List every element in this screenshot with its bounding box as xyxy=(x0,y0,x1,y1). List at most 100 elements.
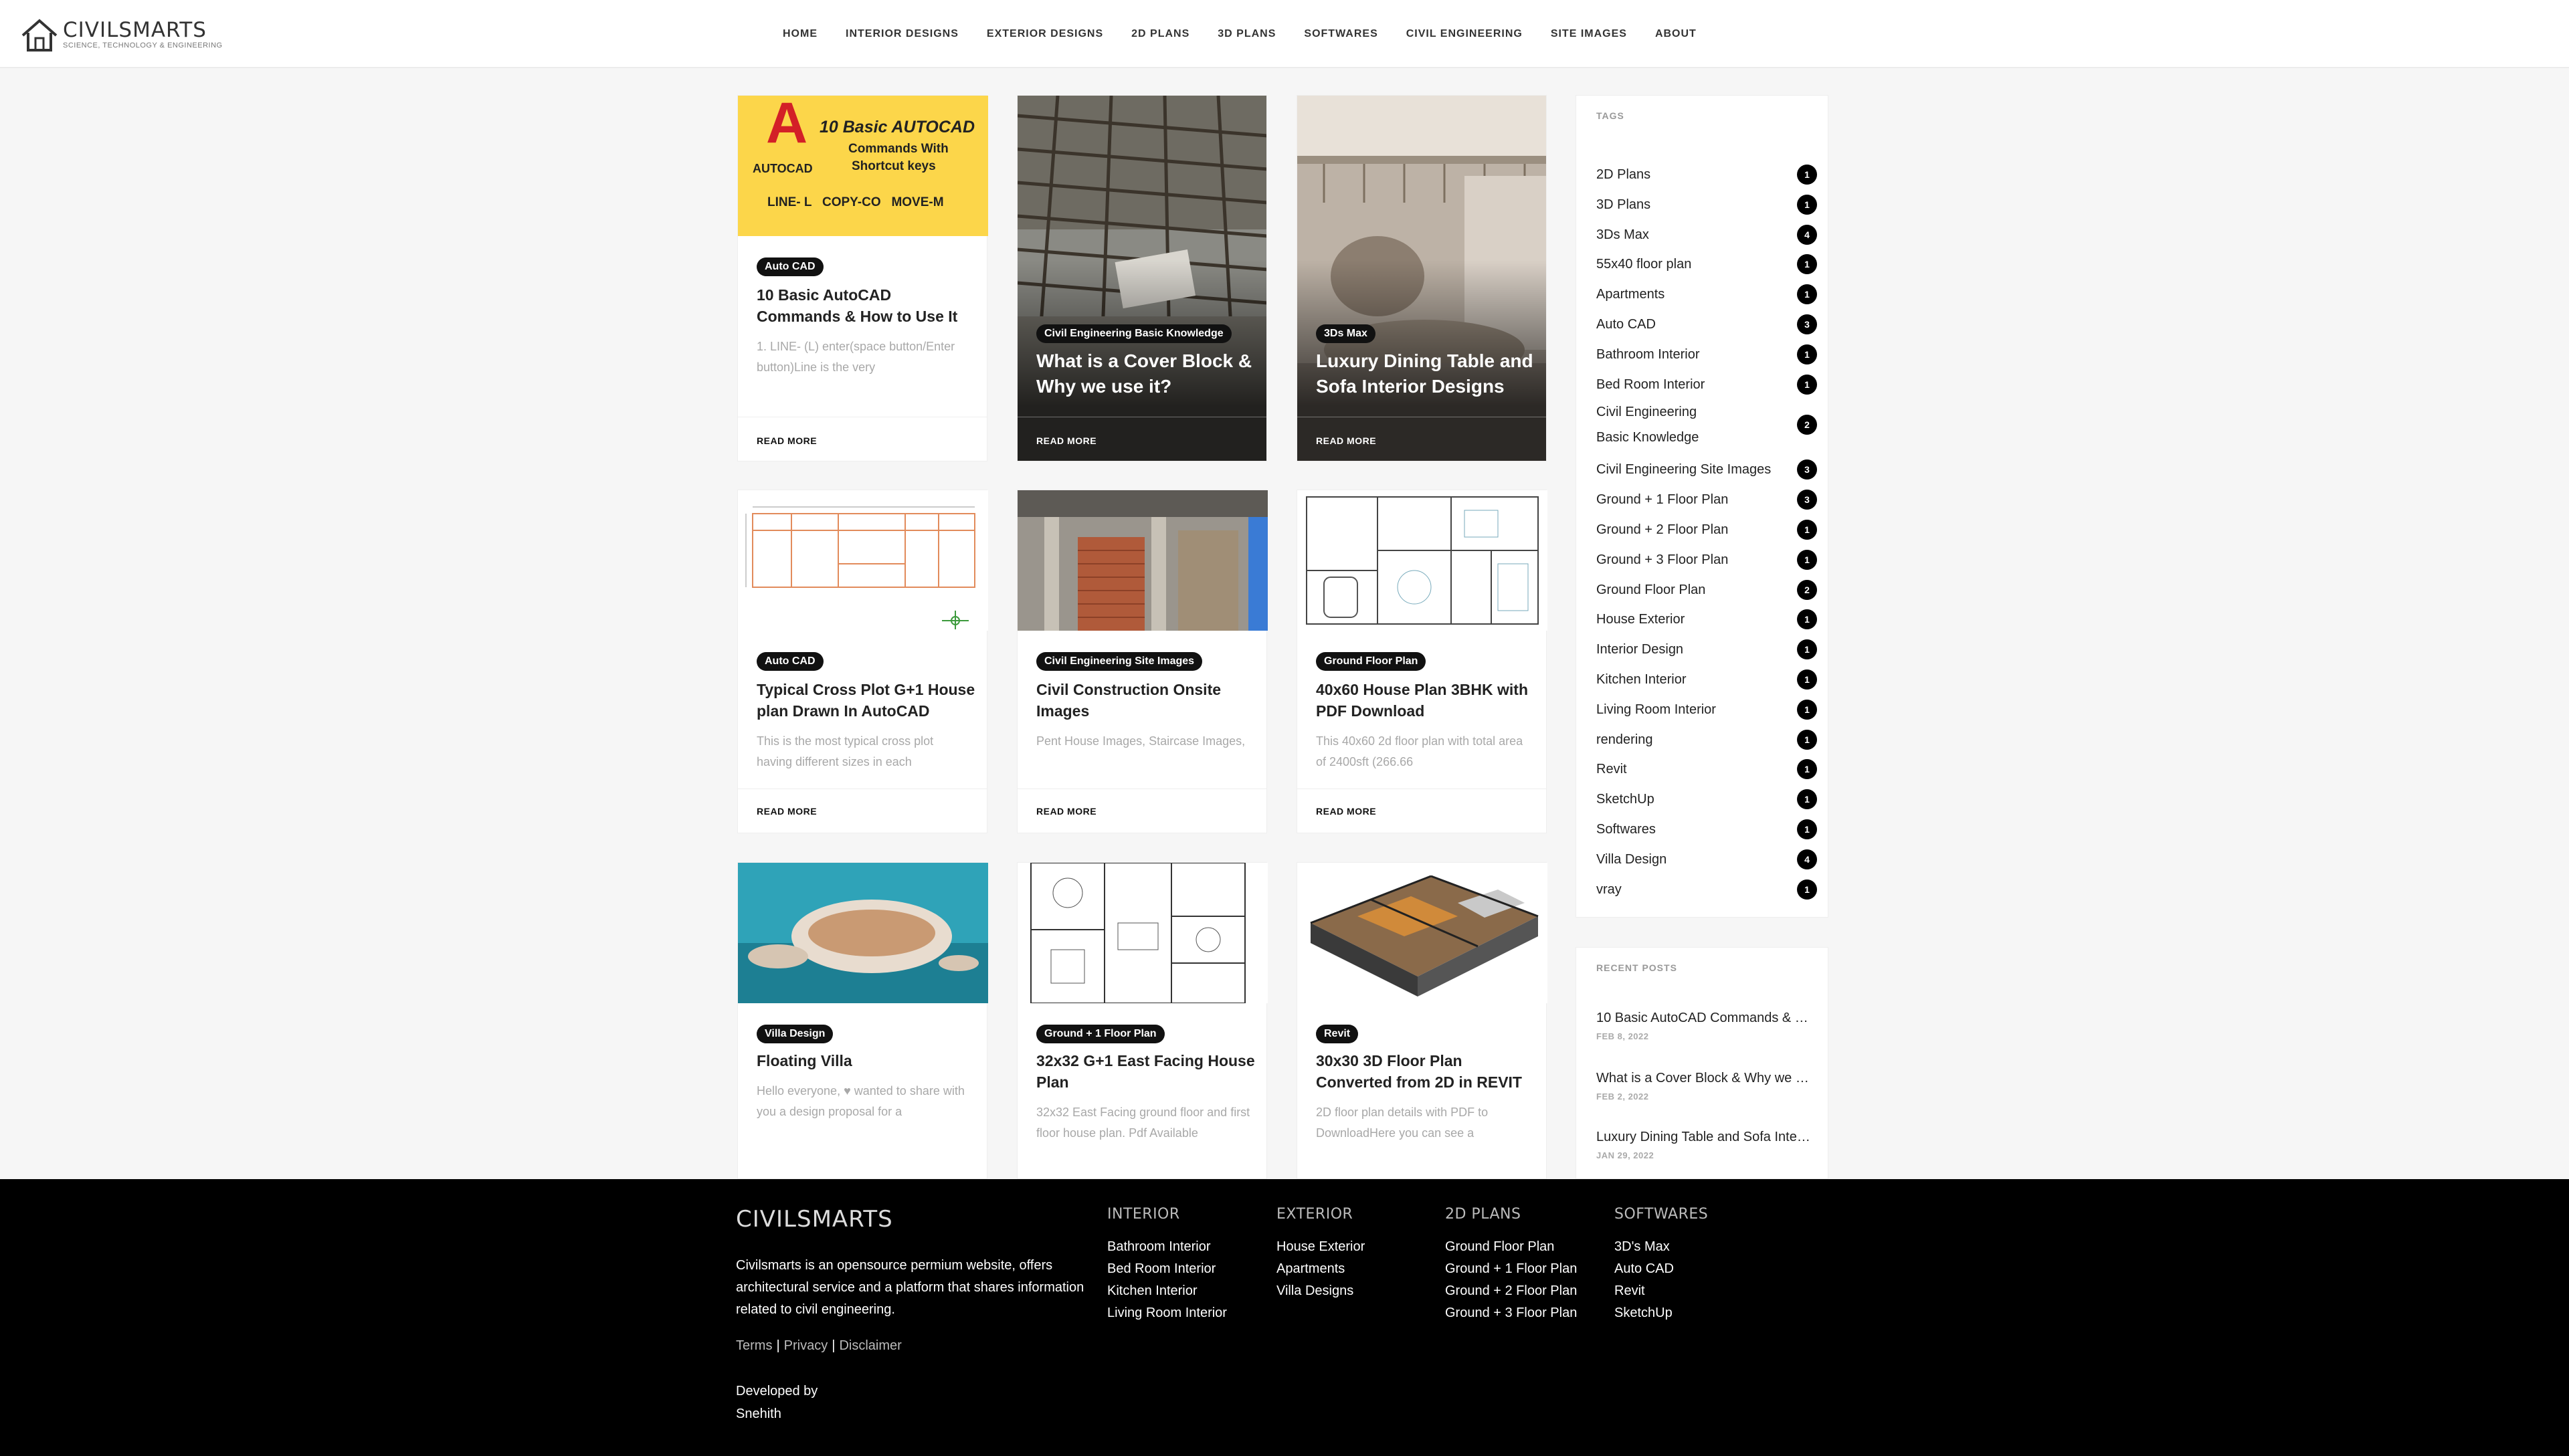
post-tag-badge[interactable]: Ground Floor Plan xyxy=(1316,652,1426,671)
post-tag-badge[interactable]: Revit xyxy=(1316,1025,1359,1043)
nav-3d-plans[interactable]: 3D PLANS xyxy=(1218,28,1276,40)
tag-item[interactable]: Kitchen Interior 1 xyxy=(1596,665,1817,694)
post-title[interactable]: Luxury Dining Table and Sofa Interior De… xyxy=(1316,348,1537,399)
post-tag-badge[interactable]: Auto CAD xyxy=(757,652,824,671)
read-more-link[interactable]: READ MORE xyxy=(757,435,817,446)
site-logo[interactable]: CIVILSMARTS SCIENCE, TECHNOLOGY & ENGINE… xyxy=(20,15,223,55)
footer-link[interactable]: Ground + 3 Floor Plan xyxy=(1445,1302,1577,1324)
recent-post-title[interactable]: 10 Basic AutoCAD Commands & How to Use I… xyxy=(1596,1011,1810,1026)
tag-item[interactable]: Auto CAD 3 xyxy=(1596,310,1817,339)
disclaimer-link[interactable]: Disclaimer xyxy=(839,1338,901,1353)
tag-item[interactable]: House Exterior 1 xyxy=(1596,605,1817,634)
post-title[interactable]: Civil Construction Onsite Images xyxy=(1036,679,1257,722)
post-title[interactable]: Typical Cross Plot G+1 House plan Drawn … xyxy=(757,679,977,722)
tag-item[interactable]: Civil Engineering Site Images 3 xyxy=(1596,455,1817,484)
post-thumbnail[interactable] xyxy=(738,490,988,631)
post-title[interactable]: 32x32 G+1 East Facing House Plan xyxy=(1036,1050,1257,1093)
privacy-link[interactable]: Privacy xyxy=(784,1338,828,1353)
post-card[interactable]: Civil Engineering Site Images Civil Cons… xyxy=(1017,490,1268,833)
tag-item[interactable]: Ground + 3 Floor Plan 1 xyxy=(1596,545,1817,575)
tag-item[interactable]: Civil Engineering Basic Knowledge 2 xyxy=(1596,399,1817,450)
tag-item[interactable]: 3D Plans 1 xyxy=(1596,190,1817,219)
read-more-link[interactable]: READ MORE xyxy=(1036,806,1097,817)
tag-item[interactable]: Interior Design 1 xyxy=(1596,635,1817,664)
recent-post-title[interactable]: What is a Cover Block & Why we use it? xyxy=(1596,1071,1810,1086)
nav-softwares[interactable]: SOFTWARES xyxy=(1304,28,1377,40)
tag-item[interactable]: Villa Design 4 xyxy=(1596,845,1817,874)
nav-2d-plans[interactable]: 2D PLANS xyxy=(1131,28,1190,40)
footer-link[interactable]: Auto CAD xyxy=(1614,1258,1708,1280)
footer-link[interactable]: Apartments xyxy=(1276,1258,1365,1280)
nav-civil-engineering[interactable]: CIVIL ENGINEERING xyxy=(1406,28,1523,40)
post-card[interactable]: 3Ds Max Luxury Dining Table and Sofa Int… xyxy=(1297,95,1547,461)
tag-count-badge: 1 xyxy=(1797,879,1817,900)
post-thumbnail[interactable] xyxy=(1297,863,1547,1003)
nav-home[interactable]: HOME xyxy=(783,28,818,40)
footer-link[interactable]: Ground + 1 Floor Plan xyxy=(1445,1258,1577,1280)
read-more-link[interactable]: READ MORE xyxy=(1036,435,1097,446)
post-card[interactable]: Civil Engineering Basic Knowledge What i… xyxy=(1017,95,1267,461)
footer-link[interactable]: Kitchen Interior xyxy=(1107,1280,1227,1302)
footer-link[interactable]: Bed Room Interior xyxy=(1107,1258,1227,1280)
post-title[interactable]: 40x60 House Plan 3BHK with PDF Download xyxy=(1316,679,1537,722)
tag-item[interactable]: Bed Room Interior 1 xyxy=(1596,370,1817,399)
tag-item[interactable]: vray 1 xyxy=(1596,875,1817,904)
footer-link[interactable]: Ground + 2 Floor Plan xyxy=(1445,1280,1577,1302)
post-title[interactable]: Floating Villa xyxy=(757,1050,977,1071)
post-title[interactable]: What is a Cover Block & Why we use it? xyxy=(1036,348,1257,399)
footer-link[interactable]: House Exterior xyxy=(1276,1236,1365,1258)
tag-item[interactable]: SketchUp 1 xyxy=(1596,785,1817,814)
footer-link[interactable]: Revit xyxy=(1614,1280,1708,1302)
post-card[interactable]: Revit 30x30 3D Floor Plan Converted from… xyxy=(1297,862,1547,1179)
post-tag-badge[interactable]: Auto CAD xyxy=(757,257,824,276)
post-tag-badge[interactable]: Ground + 1 Floor Plan xyxy=(1036,1025,1165,1043)
read-more-link[interactable]: READ MORE xyxy=(1316,435,1376,446)
recent-post[interactable]: 10 Basic AutoCAD Commands & How to Use I… xyxy=(1596,1011,1810,1041)
footer-link[interactable]: 3D's Max xyxy=(1614,1236,1708,1258)
tag-item[interactable]: rendering 1 xyxy=(1596,725,1817,754)
tag-item[interactable]: Bathroom Interior 1 xyxy=(1596,340,1817,369)
tag-item[interactable]: Ground + 2 Floor Plan 1 xyxy=(1596,515,1817,544)
tag-item[interactable]: Apartments 1 xyxy=(1596,280,1817,309)
tag-item[interactable]: 3Ds Max 4 xyxy=(1596,220,1817,249)
post-tag-badge[interactable]: Civil Engineering Site Images xyxy=(1036,652,1203,671)
post-card[interactable]: Ground + 1 Floor Plan 32x32 G+1 East Fac… xyxy=(1017,862,1268,1179)
tag-item[interactable]: 2D Plans 1 xyxy=(1596,160,1817,189)
nav-site-images[interactable]: SITE IMAGES xyxy=(1551,28,1627,40)
footer-link[interactable]: Ground Floor Plan xyxy=(1445,1236,1577,1258)
footer-link[interactable]: Villa Designs xyxy=(1276,1280,1365,1302)
nav-exterior-designs[interactable]: EXTERIOR DESIGNS xyxy=(987,28,1103,40)
tag-item[interactable]: Living Room Interior 1 xyxy=(1596,695,1817,724)
recent-post[interactable]: What is a Cover Block & Why we use it? F… xyxy=(1596,1071,1810,1102)
terms-link[interactable]: Terms xyxy=(736,1338,772,1353)
post-card[interactable]: A AUTOCAD 10 Basic AUTOCAD Commands With… xyxy=(737,95,988,461)
post-tag-badge[interactable]: Villa Design xyxy=(757,1025,834,1043)
read-more-link[interactable]: READ MORE xyxy=(757,806,817,817)
footer-link[interactable]: Living Room Interior xyxy=(1107,1302,1227,1324)
tag-item[interactable]: Ground + 1 Floor Plan 3 xyxy=(1596,485,1817,514)
read-more-link[interactable]: READ MORE xyxy=(1316,806,1376,817)
footer-link[interactable]: SketchUp xyxy=(1614,1302,1708,1324)
post-thumbnail[interactable] xyxy=(1297,490,1547,631)
post-title[interactable]: 30x30 3D Floor Plan Converted from 2D in… xyxy=(1316,1050,1537,1093)
nav-about[interactable]: ABOUT xyxy=(1655,28,1697,40)
post-tag-badge[interactable]: 3Ds Max xyxy=(1316,324,1375,343)
post-thumbnail[interactable] xyxy=(1018,490,1268,631)
footer-link[interactable]: Bathroom Interior xyxy=(1107,1236,1227,1258)
post-card[interactable]: Villa Design Floating Villa Hello everyo… xyxy=(737,862,988,1179)
tag-item[interactable]: Revit 1 xyxy=(1596,754,1817,784)
nav-interior-designs[interactable]: INTERIOR DESIGNS xyxy=(846,28,959,40)
post-thumbnail[interactable] xyxy=(738,863,988,1003)
tag-item[interactable]: 55x40 floor plan 1 xyxy=(1596,249,1817,279)
post-card[interactable]: Ground Floor Plan 40x60 House Plan 3BHK … xyxy=(1297,490,1547,833)
post-title[interactable]: 10 Basic AutoCAD Commands & How to Use I… xyxy=(757,284,977,327)
post-card[interactable]: Auto CAD Typical Cross Plot G+1 House pl… xyxy=(737,490,988,833)
post-thumbnail[interactable] xyxy=(1018,863,1268,1003)
tag-item[interactable]: Ground Floor Plan 2 xyxy=(1596,575,1817,605)
post-tag-badge[interactable]: Civil Engineering Basic Knowledge xyxy=(1036,324,1232,343)
tag-item[interactable]: Softwares 1 xyxy=(1596,815,1817,844)
footer-logo[interactable]: CIVILSMARTS xyxy=(736,1206,893,1233)
recent-post[interactable]: Luxury Dining Table and Sofa Interior De… xyxy=(1596,1130,1810,1160)
post-thumbnail[interactable]: A AUTOCAD 10 Basic AUTOCAD Commands With… xyxy=(738,96,988,236)
recent-post-title[interactable]: Luxury Dining Table and Sofa Interior De… xyxy=(1596,1130,1810,1145)
